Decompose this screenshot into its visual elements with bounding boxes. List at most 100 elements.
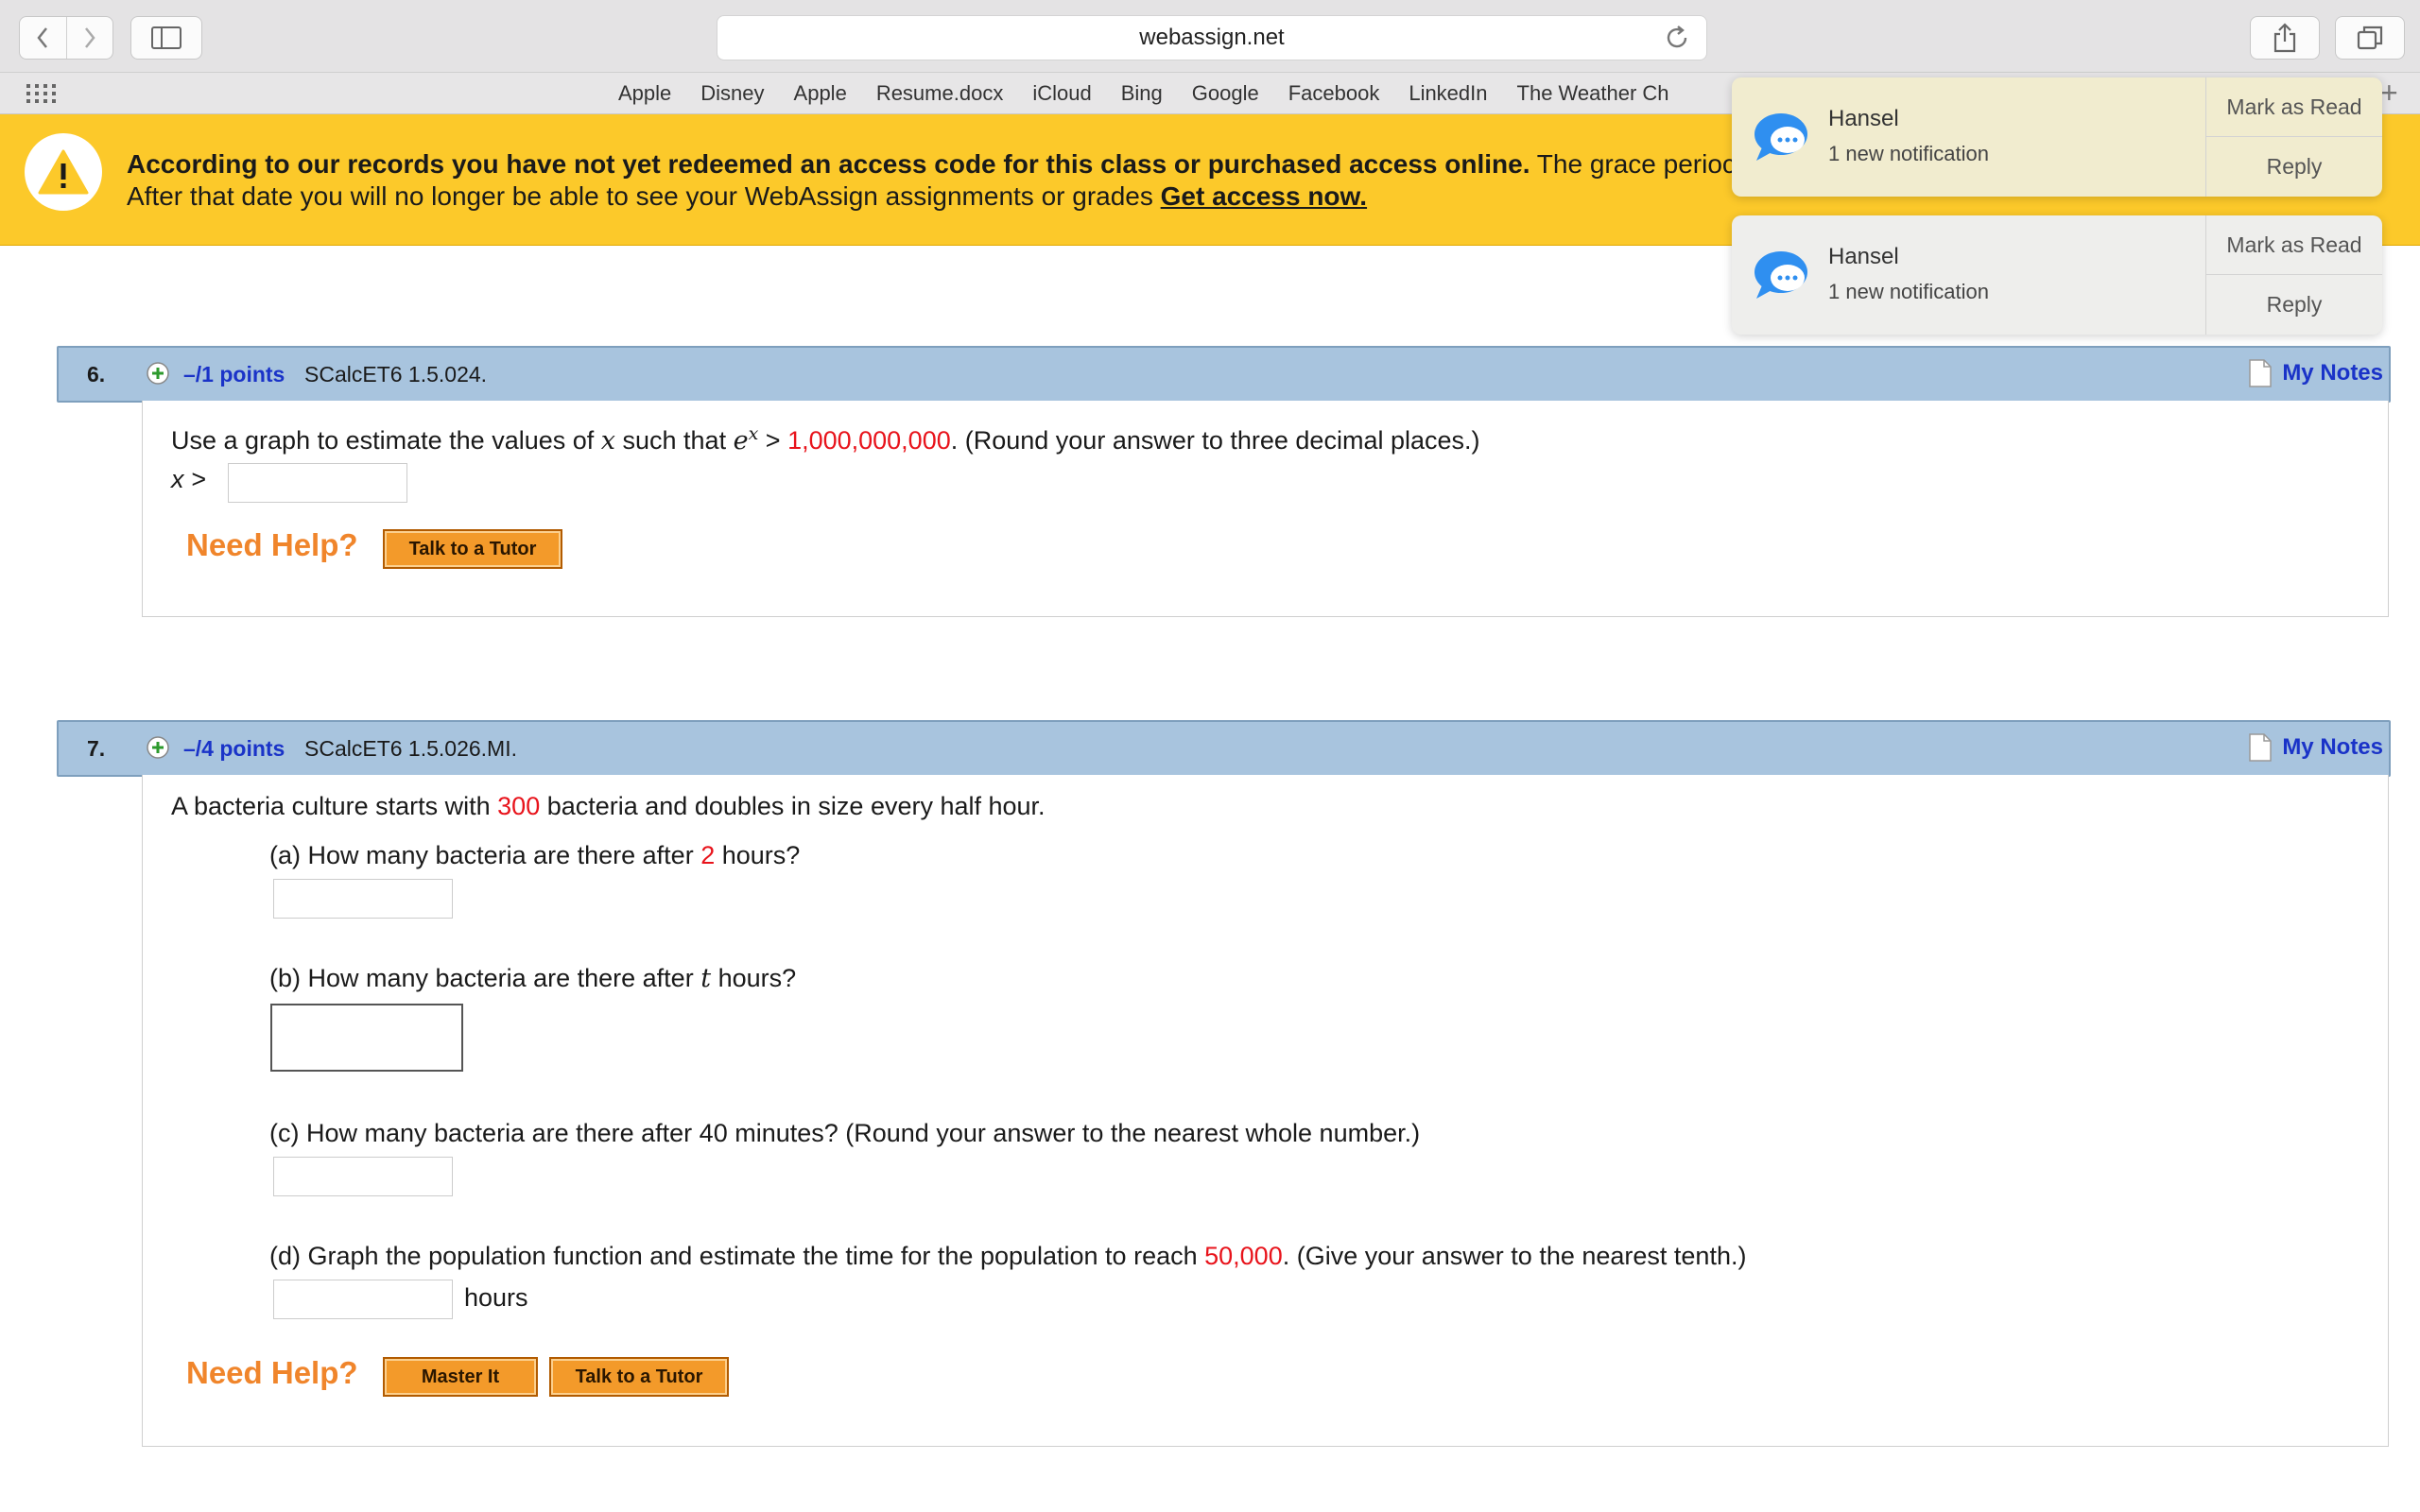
my-notes-button[interactable]: My Notes: [2248, 358, 2383, 388]
get-access-link[interactable]: Get access now.: [1161, 181, 1367, 211]
text-part: Use a graph to estimate the values of: [171, 426, 601, 455]
forward-button[interactable]: [65, 17, 113, 59]
question-6-header: 6. –/1 points SCalcET6 1.5.024. My Notes: [57, 346, 2391, 403]
favorite-disney[interactable]: Disney: [700, 81, 764, 106]
need-help-label: Need Help?: [186, 1355, 358, 1390]
variable-t: t: [700, 964, 712, 993]
threshold-value: 1,000,000,000: [787, 426, 951, 455]
text-part: bacteria and doubles in size every half …: [540, 792, 1046, 820]
my-notes-label: My Notes: [2282, 734, 2383, 760]
answer-input-x[interactable]: [228, 463, 407, 503]
notification-2[interactable]: Hansel 1 new notification Mark as Read R…: [1732, 215, 2382, 335]
question-6-body: Use a graph to estimate the values of x …: [142, 401, 2389, 617]
share-icon: [2273, 23, 2296, 53]
my-notes-label: My Notes: [2282, 360, 2383, 386]
favorite-facebook[interactable]: Facebook: [1288, 81, 1380, 106]
part-a-text: (a) How many bacteria are there after 2 …: [269, 841, 800, 870]
chevron-right-icon: [84, 27, 95, 48]
tabs-icon: [2357, 26, 2383, 50]
browser-toolbar: webassign.net: [0, 0, 2420, 73]
share-button[interactable]: [2250, 16, 2320, 60]
text-part: (d) Graph the population function and es…: [269, 1242, 1205, 1270]
favorite-google[interactable]: Google: [1192, 81, 1259, 106]
notification-1[interactable]: Hansel 1 new notification Mark as Read R…: [1732, 77, 2382, 197]
favorite-linkedin[interactable]: LinkedIn: [1409, 81, 1487, 106]
banner-message: According to our records you have not ye…: [127, 148, 1736, 213]
text-part: such that: [615, 426, 734, 455]
part-b-input[interactable]: [270, 1004, 463, 1072]
address-bar[interactable]: webassign.net: [717, 15, 1707, 60]
messages-icon: [1754, 113, 1807, 161]
question-7-header: 7. –/4 points SCalcET6 1.5.026.MI. My No…: [57, 720, 2391, 777]
hours-unit-label: hours: [464, 1283, 528, 1312]
mark-as-read-button[interactable]: Mark as Read: [2206, 77, 2382, 136]
grid-icon[interactable]: [26, 84, 57, 103]
favorite-resume[interactable]: Resume.docx: [876, 81, 1004, 106]
part-c-text: (c) How many bacteria are there after 40…: [269, 1119, 1421, 1147]
new-tab-button[interactable]: +: [2380, 77, 2398, 108]
favorite-bing[interactable]: Bing: [1121, 81, 1163, 106]
note-icon: [2249, 359, 2273, 387]
text-part: (b) How many bacteria are there after: [269, 964, 701, 992]
question-7-body: A bacteria culture starts with 300 bacte…: [142, 775, 2389, 1447]
note-icon: [2249, 733, 2273, 762]
text-part: . (Give your answer to the nearest tenth…: [1282, 1242, 1747, 1270]
text-part: . (Round your answer to three decimal pl…: [950, 426, 1480, 455]
part-d-input[interactable]: [273, 1280, 453, 1319]
tabs-overview-button[interactable]: [2335, 16, 2405, 60]
notification-actions: Mark as Read Reply: [2205, 215, 2382, 335]
part-a-input[interactable]: [273, 879, 453, 919]
points-label[interactable]: –/4 points: [183, 736, 285, 762]
question-code: SCalcET6 1.5.026.MI.: [304, 736, 517, 761]
expand-plus-icon[interactable]: [146, 361, 170, 386]
text-part: A bacteria culture starts with: [171, 792, 498, 820]
question-number: 6.: [87, 362, 106, 387]
text-part: hours?: [711, 964, 797, 992]
exp-base: e: [733, 426, 749, 455]
notification-actions: Mark as Read Reply: [2205, 77, 2382, 197]
nav-buttons: [19, 16, 113, 60]
reply-button[interactable]: Reply: [2206, 274, 2382, 334]
banner-grace-text: The grace perioc: [1530, 149, 1736, 179]
question-7-intro: A bacteria culture starts with 300 bacte…: [171, 792, 1046, 821]
notification-message: 1 new notification: [1828, 142, 1989, 165]
favorite-apple-2[interactable]: Apple: [794, 81, 847, 106]
reload-icon[interactable]: [1663, 24, 1691, 52]
sidebar-toggle-button[interactable]: [130, 16, 202, 60]
notification-message: 1 new notification: [1828, 280, 1989, 303]
back-button[interactable]: [20, 17, 66, 59]
banner-line2: After that date you will no longer be ab…: [127, 181, 1161, 211]
notification-sender: Hansel: [1828, 244, 1899, 269]
url-text: webassign.net: [1139, 25, 1285, 50]
favorite-apple[interactable]: Apple: [618, 81, 671, 106]
mark-as-read-button[interactable]: Mark as Read: [2206, 215, 2382, 274]
favorite-icloud[interactable]: iCloud: [1032, 81, 1091, 106]
hours-value: 2: [700, 841, 716, 869]
text-part: hours?: [715, 841, 801, 869]
part-b-text: (b) How many bacteria are there after t …: [269, 964, 796, 993]
my-notes-button[interactable]: My Notes: [2248, 732, 2383, 763]
answer-label: x >: [171, 465, 206, 493]
expand-plus-icon[interactable]: [146, 735, 170, 760]
chevron-left-icon: [37, 27, 48, 48]
master-it-button[interactable]: Master It: [383, 1357, 538, 1397]
text-part: (a) How many bacteria are there after: [269, 841, 701, 869]
talk-to-tutor-button[interactable]: Talk to a Tutor: [383, 529, 562, 569]
initial-count: 300: [497, 792, 541, 820]
part-d-text: (d) Graph the population function and es…: [269, 1242, 1746, 1271]
question-code: SCalcET6 1.5.024.: [304, 362, 488, 387]
reply-button[interactable]: Reply: [2206, 136, 2382, 196]
banner-bold-text: According to our records you have not ye…: [127, 149, 1530, 179]
question-6-text: Use a graph to estimate the values of x …: [171, 423, 1480, 455]
question-number: 7.: [87, 736, 106, 761]
need-help-label: Need Help?: [186, 527, 358, 562]
favorite-weather[interactable]: The Weather Ch: [1517, 81, 1669, 106]
part-c-input[interactable]: [273, 1157, 453, 1196]
points-label[interactable]: –/1 points: [183, 362, 285, 387]
talk-to-tutor-button[interactable]: Talk to a Tutor: [549, 1357, 729, 1397]
target-population: 50,000: [1204, 1242, 1283, 1270]
messages-icon: [1754, 251, 1807, 299]
sidebar-icon: [151, 26, 182, 49]
warning-icon: [25, 133, 102, 211]
variable-x: x: [600, 426, 615, 455]
